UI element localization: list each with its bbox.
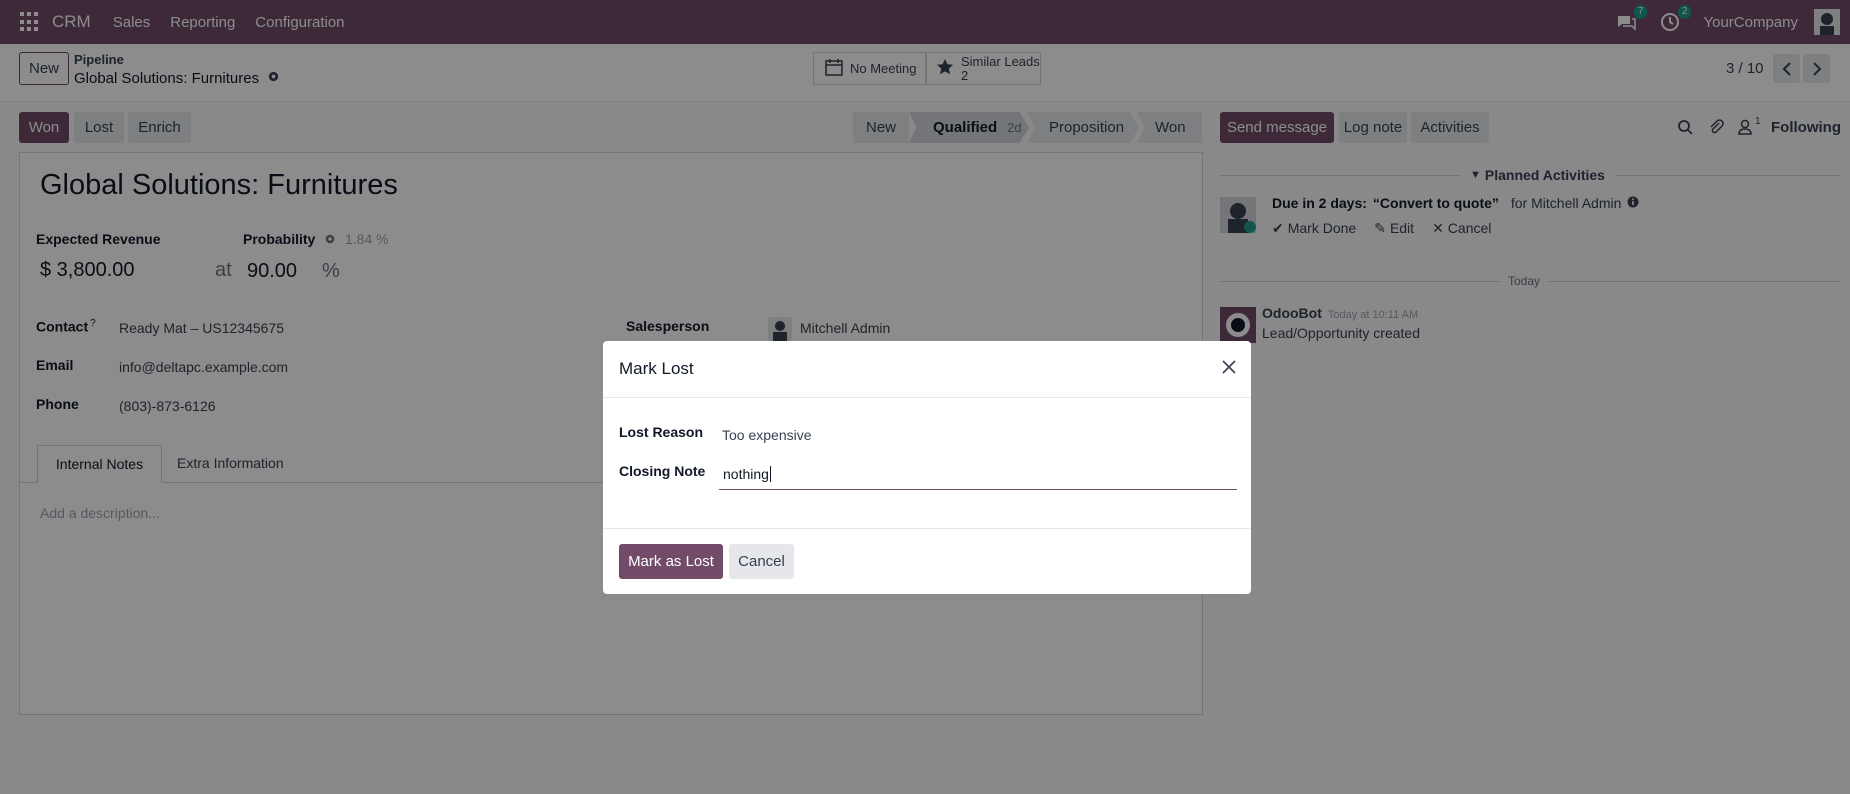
closing-note-value: nothing xyxy=(723,466,769,482)
mark-lost-dialog: Mark Lost Lost Reason Too expensive Clos… xyxy=(603,341,1251,594)
lost-reason-label: Lost Reason xyxy=(619,424,704,440)
closing-note-field[interactable]: nothing xyxy=(719,460,1237,490)
dialog-body: Lost Reason Too expensive Closing Note n… xyxy=(603,398,1251,529)
text-cursor xyxy=(769,466,771,482)
dialog-title: Mark Lost xyxy=(619,359,694,378)
close-icon[interactable] xyxy=(1221,359,1237,379)
dialog-footer: Mark as Lost Cancel xyxy=(603,529,1251,593)
dialog-cancel-button[interactable]: Cancel xyxy=(729,543,794,579)
lost-reason-field[interactable]: Too expensive xyxy=(722,427,812,443)
closing-note-label: Closing Note xyxy=(619,463,706,479)
mark-as-lost-button[interactable]: Mark as Lost xyxy=(619,543,723,579)
dialog-header: Mark Lost xyxy=(603,341,1251,398)
